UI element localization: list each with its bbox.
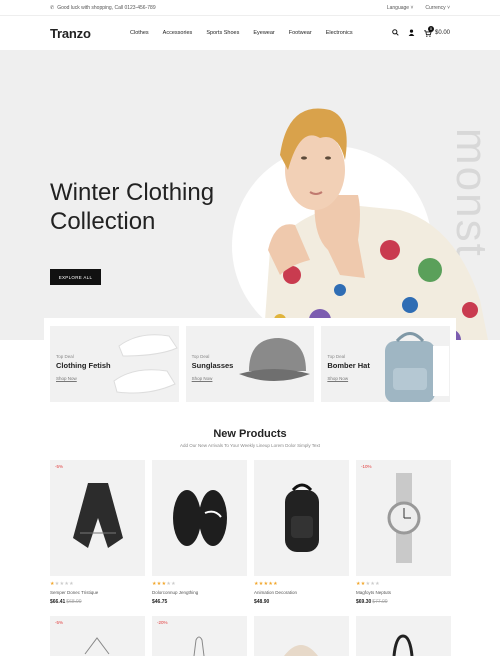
promo-clothing-fetish[interactable]: Top Deal Clothing Fetish Shop Now xyxy=(50,326,179,402)
chevron-down-icon: ˅ xyxy=(447,4,450,11)
logo[interactable]: Tranzo xyxy=(50,26,130,41)
discount-badge: -20% xyxy=(157,620,168,625)
language-dropdown[interactable]: Language ˅ xyxy=(387,5,414,11)
contact-message: Good luck with shopping, Call 0123-456-7… xyxy=(57,4,156,11)
main-nav: Clothes Accessories Sports Shoes Eyewear… xyxy=(130,30,392,36)
promo-tag: Top Deal xyxy=(191,354,210,359)
product-card[interactable]: -10% ★★★★★ Magfoyts Neptuts $69.30$77.00 xyxy=(356,460,451,605)
promo-tag: Top Deal xyxy=(56,354,74,359)
nav-eyewear[interactable]: Eyewear xyxy=(253,30,274,36)
sneakers-image xyxy=(113,334,178,394)
product-card[interactable]: ★★★★★ Dolorconnup Jengthing $46.75 xyxy=(152,460,247,605)
promo-title: Bomber Hat xyxy=(327,361,370,370)
product-card[interactable]: ★★★★★ Animation Decoration $48.90 xyxy=(254,460,349,605)
promo-title: Sunglasses xyxy=(191,361,234,370)
product-name[interactable]: Semper Donec Tristique xyxy=(50,590,145,595)
nav-footwear[interactable]: Footwear xyxy=(289,30,312,36)
main-header: Tranzo Clothes Accessories Sports Shoes … xyxy=(0,16,500,50)
cart-button[interactable]: 0 $0.00 xyxy=(424,25,450,37)
rating-stars: ★★★★★ xyxy=(254,581,278,587)
shop-now-link[interactable]: Shop Now xyxy=(192,376,234,381)
explore-all-button[interactable]: EXPLORE ALL xyxy=(50,269,101,285)
discount-badge: -5% xyxy=(55,620,64,625)
contact-info: ✆ Good luck with shopping, Call 0123-456… xyxy=(50,5,156,11)
product-image[interactable] xyxy=(152,460,247,576)
promo-bomber-hat[interactable]: Top Deal Bomber Hat Shop Now xyxy=(321,326,451,402)
new-products-heading: New Products Add Our New Arrivals To You… xyxy=(0,428,500,448)
product-image[interactable]: -5% xyxy=(50,460,145,576)
product-image[interactable] xyxy=(356,616,451,656)
promo-title: Clothing Fetish xyxy=(56,361,111,370)
phone-icon: ✆ xyxy=(50,4,55,11)
rating-stars: ★★★★★ xyxy=(356,581,380,587)
cart-total: $0.00 xyxy=(434,30,450,36)
product-image[interactable]: -20% xyxy=(152,616,247,656)
product-card[interactable] xyxy=(356,616,451,656)
product-price: $46.75 xyxy=(152,599,168,605)
product-price: $66.41$68.90 xyxy=(50,599,82,605)
product-grid: -5% ★★★★★ Semper Donec Tristique $66.41$… xyxy=(50,460,452,605)
product-grid-row2: -5% -20% xyxy=(50,616,452,656)
search-icon[interactable] xyxy=(392,28,399,38)
discount-badge: -5% xyxy=(55,464,64,469)
cap-image xyxy=(239,338,311,381)
product-image[interactable] xyxy=(254,616,349,656)
product-image[interactable]: -10% xyxy=(356,460,451,576)
currency-dropdown[interactable]: Currency ˅ xyxy=(425,5,450,11)
product-price: $69.30$77.00 xyxy=(356,599,388,605)
promo-sunglasses[interactable]: Top Deal Sunglasses Shop Now xyxy=(185,326,315,402)
user-icon[interactable] xyxy=(408,28,415,38)
product-image[interactable] xyxy=(254,460,349,576)
backpack-image xyxy=(385,332,450,402)
product-name[interactable]: Magfoyts Neptuts xyxy=(356,590,451,595)
product-card[interactable]: -20% xyxy=(152,616,247,656)
nav-clothes[interactable]: Clothes xyxy=(130,30,149,36)
shop-now-link[interactable]: Shop Now xyxy=(327,376,370,381)
promo-tag: Top Deal xyxy=(327,354,346,359)
product-name[interactable]: Dolorconnup Jengthing xyxy=(152,590,247,595)
chevron-down-icon: ˅ xyxy=(410,4,414,11)
hero-title: Winter Clothing Collection xyxy=(50,179,215,235)
hero-model-image xyxy=(240,100,500,340)
product-card[interactable]: -5% ★★★★★ Semper Donec Tristique $66.41$… xyxy=(50,460,145,605)
section-title: New Products xyxy=(213,428,287,440)
product-price: $48.90 xyxy=(254,599,270,605)
nav-electronics[interactable]: Electronics xyxy=(326,30,353,36)
hero-banner: monst Winter Clothing Collection EXPLORE… xyxy=(0,50,500,340)
top-bar: ✆ Good luck with shopping, Call 0123-456… xyxy=(0,0,500,16)
section-subtitle: Add Our New Arrivals To Your Weekly Line… xyxy=(179,443,321,448)
nav-sports-shoes[interactable]: Sports Shoes xyxy=(206,30,239,36)
product-card[interactable] xyxy=(254,616,349,656)
cart-count-badge: 0 xyxy=(427,25,434,32)
promo-banners: Top Deal Clothing Fetish Shop Now Top De… xyxy=(44,318,456,410)
rating-stars: ★★★★★ xyxy=(152,581,176,587)
discount-badge: -10% xyxy=(361,464,372,469)
rating-stars: ★★★★★ xyxy=(50,581,74,587)
product-name[interactable]: Animation Decoration xyxy=(254,590,349,595)
product-card[interactable]: -5% xyxy=(50,616,145,656)
shop-now-link[interactable]: Shop Now xyxy=(56,376,111,381)
product-image[interactable]: -5% xyxy=(50,616,145,656)
nav-accessories[interactable]: Accessories xyxy=(163,30,193,36)
